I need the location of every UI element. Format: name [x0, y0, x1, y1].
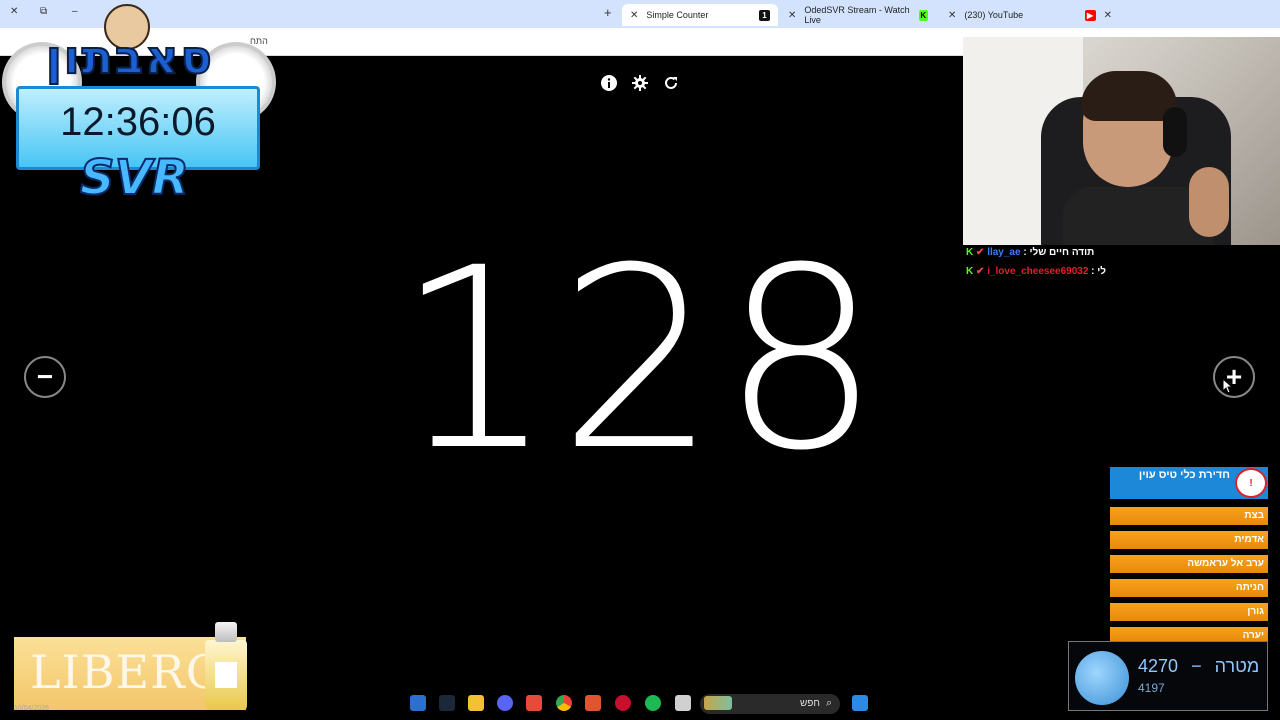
youtube-favicon-icon: ▶ — [1084, 9, 1096, 21]
tab-label: (230) YouTube — [964, 10, 1024, 20]
goal-label: מטרה — [1214, 656, 1260, 676]
photos-app-icon[interactable] — [410, 695, 426, 711]
goal-target-line: 4270 − מטרה — [1138, 656, 1259, 677]
goal-dash: − — [1191, 656, 1202, 676]
chat-text: לי — [1097, 266, 1107, 277]
chat-username: i_love_cheesee69032 — [987, 266, 1089, 277]
verified-icon: ✔ — [976, 266, 985, 277]
app-icon[interactable] — [526, 695, 542, 711]
counter-favicon-icon: 1 — [759, 9, 770, 21]
chat-message: K ✔ i_love_cheesee69032 : לי — [966, 266, 1107, 277]
close-tab-icon[interactable]: ✕ — [788, 10, 796, 21]
alert-location: חניתה — [1110, 579, 1268, 597]
minus-icon: − — [36, 361, 54, 392]
restore-window-icon[interactable]: ⧉ — [40, 6, 47, 17]
headset-icon — [1163, 107, 1187, 157]
chrome-app-icon[interactable] — [556, 695, 572, 711]
tab-label: OdedSVR Stream - Watch Live — [804, 5, 910, 25]
gear-icon[interactable] — [631, 74, 649, 92]
screen: ✕ ⧉ – + ✕ Simple Counter 1 ✕ OdedSVR Str… — [0, 0, 1280, 720]
increment-button[interactable]: + — [1213, 356, 1255, 398]
alert-location: יערה — [1110, 627, 1268, 641]
kick-icon: K — [966, 247, 974, 258]
tab-odedsvr-stream[interactable]: ✕ OdedSVR Stream - Watch Live K — [780, 4, 936, 26]
close-window-icon[interactable]: ✕ — [10, 6, 18, 17]
subathon-timer: 12:36:06 — [60, 100, 216, 144]
svr-brand: SVR — [79, 149, 190, 207]
refresh-icon[interactable] — [662, 74, 680, 92]
alert-location: גורן — [1110, 603, 1268, 621]
spotify-app-icon[interactable] — [645, 695, 661, 711]
info-icon[interactable] — [600, 74, 618, 92]
taskbar-search-placeholder: חפש — [800, 698, 820, 709]
search-highlight-icon — [704, 696, 732, 710]
goal-avatar — [1075, 651, 1129, 705]
record-app-icon[interactable] — [615, 695, 631, 711]
file-explorer-icon[interactable] — [468, 695, 484, 711]
tab-youtube[interactable]: ✕ (230) YouTube ▶ ✕ — [940, 4, 1120, 26]
search-icon: ⌕ — [826, 697, 833, 709]
taskbar-date: 10/04/2026 — [14, 705, 50, 712]
webcam-feed — [963, 37, 1280, 245]
minimize-window-icon[interactable]: – — [72, 6, 78, 17]
browser-tab-bar: ✕ ⧉ – + ✕ Simple Counter 1 ✕ OdedSVR Str… — [0, 0, 1280, 28]
kick-favicon-icon: K — [918, 9, 928, 21]
new-tab-button[interactable]: + — [604, 5, 612, 20]
alert-logo-icon: ! — [1235, 468, 1267, 498]
chat-text: תודה חיים שלי — [1029, 247, 1095, 258]
chat-message: K ✔ llay_ae : תודה חיים שלי — [966, 247, 1095, 258]
alert-location: אדמית — [1110, 531, 1268, 549]
close-tab-icon[interactable]: ✕ — [948, 10, 956, 21]
goal-current: 4197 — [1138, 681, 1165, 695]
cam-hand — [1189, 167, 1229, 237]
close-tab-icon[interactable]: ✕ — [1104, 10, 1112, 21]
window-app-icon[interactable] — [675, 695, 691, 711]
tab-label: Simple Counter — [646, 10, 709, 20]
tab-simple-counter[interactable]: ✕ Simple Counter 1 — [622, 4, 778, 26]
steam-app-icon[interactable] — [439, 695, 455, 711]
cam-hair — [1081, 71, 1177, 121]
mouse-cursor-icon — [1222, 378, 1234, 394]
windows-start-icon[interactable] — [852, 695, 868, 711]
perfume-bottle-icon — [205, 622, 247, 712]
address-text: התח — [250, 36, 268, 46]
chat-username: llay_ae — [987, 247, 1021, 258]
close-tab-icon[interactable]: ✕ — [630, 10, 638, 21]
kick-icon: K — [966, 266, 974, 277]
alert-location: ערב אל עראמשה — [1110, 555, 1268, 573]
discord-app-icon[interactable] — [497, 695, 513, 711]
goal-target: 4270 — [1138, 656, 1179, 676]
subathon-logo: סאבתון — [45, 29, 214, 85]
sponsor-ad-text: LIBERO — [30, 645, 225, 699]
alert-title: חדירת כלי טיס עוין — [1138, 469, 1230, 481]
streaming-app-icon[interactable] — [585, 695, 601, 711]
decrement-button[interactable]: − — [24, 356, 66, 398]
verified-icon: ✔ — [976, 247, 985, 258]
alert-location: בצת — [1110, 507, 1268, 525]
